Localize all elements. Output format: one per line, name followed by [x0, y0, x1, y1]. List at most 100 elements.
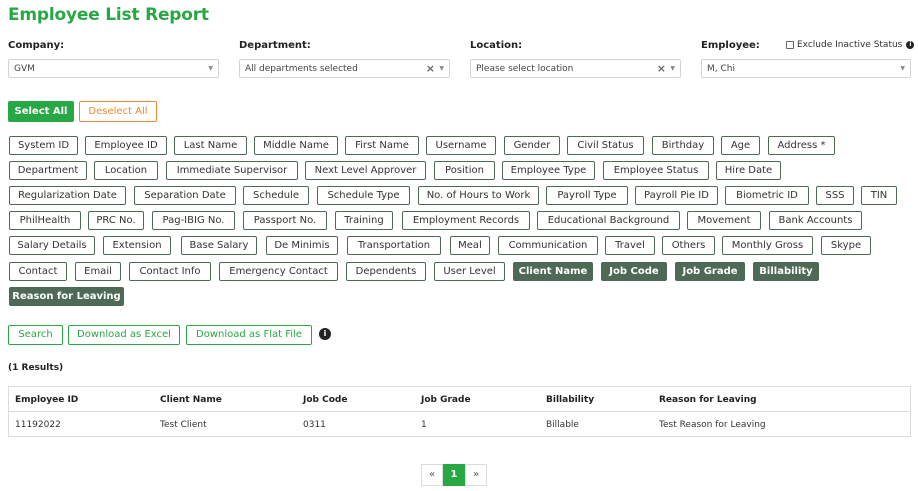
field-chip[interactable]: Contact	[9, 262, 67, 281]
download-excel-button[interactable]: Download as Excel	[68, 325, 180, 345]
download-flat-file-button[interactable]: Download as Flat File	[186, 325, 312, 345]
field-chip[interactable]: First Name	[345, 136, 419, 155]
field-chip[interactable]: Schedule Type	[317, 186, 410, 205]
company-label: Company:	[8, 40, 65, 51]
field-chip[interactable]: Educational Background	[537, 211, 680, 230]
field-chip[interactable]: Skype	[821, 236, 871, 255]
info-icon[interactable]: i	[319, 328, 331, 340]
results-count: (1 Results)	[8, 363, 64, 373]
field-chip[interactable]: Meal	[450, 236, 490, 255]
field-chip[interactable]: Employee Type	[502, 161, 595, 180]
field-chip[interactable]: Payroll Type	[546, 186, 628, 205]
location-select-value: Please select location	[476, 64, 574, 74]
department-select[interactable]: All departments selected × ▼	[239, 59, 450, 78]
employee-select[interactable]: M, Chi ▼	[701, 59, 911, 78]
search-button[interactable]: Search	[8, 325, 63, 345]
field-chip[interactable]: Dependents	[346, 262, 426, 281]
page-title: Employee List Report	[8, 5, 209, 25]
field-chip[interactable]: System ID	[9, 136, 78, 155]
field-chip[interactable]: Others	[662, 236, 715, 255]
clear-icon[interactable]: ×	[426, 62, 435, 75]
field-chip[interactable]: Base Salary	[181, 236, 257, 255]
department-label: Department:	[239, 40, 311, 51]
field-chip[interactable]: Middle Name	[254, 136, 338, 155]
table-row: 11192022 Test Client 0311 1 Billable Tes…	[9, 412, 910, 437]
field-chip[interactable]: Separation Date	[134, 186, 236, 205]
field-chip[interactable]: Training	[335, 211, 393, 230]
field-chip[interactable]: Client Name	[513, 262, 593, 281]
next-page-button[interactable]: »	[465, 464, 487, 486]
column-header: Job Code	[303, 395, 348, 405]
field-chip[interactable]: Emergency Contact	[219, 262, 338, 281]
field-chip[interactable]: Address *	[768, 136, 835, 155]
field-chip[interactable]: Reason for Leaving	[9, 287, 124, 306]
field-chip[interactable]: Job Grade	[675, 262, 745, 281]
field-chip[interactable]: Civil Status	[567, 136, 644, 155]
field-chip[interactable]: Department	[9, 161, 87, 180]
table-cell: Test Reason for Leaving	[659, 420, 766, 430]
field-chip[interactable]: Biometric ID	[725, 186, 809, 205]
clear-icon[interactable]: ×	[657, 62, 666, 75]
table-cell: 1	[421, 420, 427, 430]
field-chip[interactable]: PhilHealth	[9, 211, 81, 230]
chevron-down-icon: ▼	[670, 65, 675, 72]
field-chip[interactable]: Age	[721, 136, 760, 155]
table-cell: Test Client	[160, 420, 207, 430]
field-chip[interactable]: Monthly Gross	[722, 236, 813, 255]
chevron-down-icon: ▼	[439, 65, 444, 72]
field-chip[interactable]: Pag-IBIG No.	[152, 211, 235, 230]
field-chip[interactable]: Birthday	[652, 136, 714, 155]
deselect-all-button[interactable]: Deselect All	[79, 101, 157, 122]
field-chip[interactable]: Movement	[687, 211, 761, 230]
department-select-value: All departments selected	[245, 64, 358, 74]
field-chip[interactable]: Salary Details	[9, 236, 95, 255]
company-select[interactable]: GVM ▼	[8, 59, 219, 78]
employee-label: Employee:	[701, 40, 760, 51]
field-chip[interactable]: SSS	[816, 186, 854, 205]
field-chip[interactable]: Next Level Approver	[305, 161, 426, 180]
field-chip[interactable]: TIN	[861, 186, 897, 205]
field-chip[interactable]: Extension	[103, 236, 171, 255]
field-chip[interactable]: Location	[94, 161, 158, 180]
field-chip[interactable]: Username	[426, 136, 496, 155]
location-select[interactable]: Please select location × ▼	[470, 59, 681, 78]
exclude-inactive-label: Exclude Inactive Status	[797, 40, 903, 50]
info-icon[interactable]: i	[906, 41, 915, 49]
field-chip[interactable]: Communication	[498, 236, 598, 255]
field-chip[interactable]: Transportation	[347, 236, 441, 255]
field-chip[interactable]: Payroll Pie ID	[635, 186, 718, 205]
field-chip[interactable]: Position	[434, 161, 495, 180]
field-chip[interactable]: Billability	[753, 262, 819, 281]
field-chip[interactable]: Regularization Date	[9, 186, 126, 205]
field-chip[interactable]: Immediate Supervisor	[166, 161, 298, 180]
field-chip[interactable]: No. of Hours to Work	[418, 186, 539, 205]
field-chip[interactable]: Employment Records	[402, 211, 530, 230]
exclude-inactive-toggle[interactable]: Exclude Inactive Status i	[786, 40, 915, 50]
field-chip[interactable]: Employee ID	[85, 136, 167, 155]
prev-page-button[interactable]: «	[421, 464, 443, 486]
chevron-down-icon: ▼	[208, 65, 213, 72]
column-header: Employee ID	[15, 395, 79, 405]
pagination: « 1 »	[421, 464, 487, 486]
field-chip[interactable]: Employee Status	[603, 161, 709, 180]
field-chip[interactable]: Hire Date	[716, 161, 781, 180]
exclude-inactive-checkbox[interactable]	[786, 41, 794, 49]
field-chip[interactable]: Travel	[605, 236, 655, 255]
field-chip[interactable]: PRC No.	[88, 211, 144, 230]
field-chip[interactable]: Last Name	[174, 136, 247, 155]
field-chip[interactable]: Email	[75, 262, 121, 281]
page-button[interactable]: 1	[443, 464, 465, 486]
table-cell: 11192022	[15, 420, 61, 430]
field-chip[interactable]: De Minimis	[266, 236, 338, 255]
field-chip[interactable]: Gender	[504, 136, 560, 155]
column-header: Billability	[546, 395, 595, 405]
field-chip[interactable]: Contact Info	[129, 262, 211, 281]
employee-select-value: M, Chi	[707, 64, 735, 74]
field-chip[interactable]: User Level	[434, 262, 505, 281]
field-chip[interactable]: Bank Accounts	[769, 211, 862, 230]
field-chip[interactable]: Schedule	[243, 186, 309, 205]
field-chip[interactable]: Passport No.	[243, 211, 327, 230]
field-chip[interactable]: Job Code	[601, 262, 667, 281]
select-all-button[interactable]: Select All	[8, 101, 74, 122]
table-cell: Billable	[546, 420, 579, 430]
